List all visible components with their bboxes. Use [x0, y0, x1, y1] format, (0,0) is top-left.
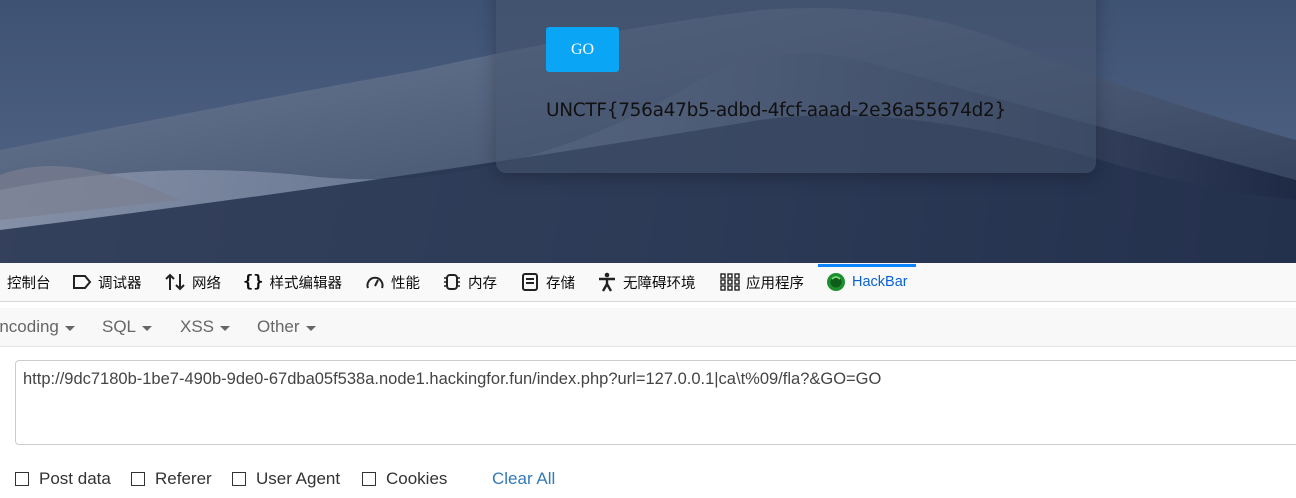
- clear-all-link[interactable]: Clear All: [492, 468, 555, 490]
- option-label: User Agent: [256, 469, 341, 488]
- hackbar-menubar: Encoding SQL XSS Other: [0, 308, 1296, 347]
- tab-label: HackBar: [852, 274, 908, 290]
- tab-network[interactable]: 网络: [164, 263, 221, 301]
- checkbox-box[interactable]: [362, 472, 376, 486]
- checkbox-box[interactable]: [131, 472, 145, 486]
- flag-output: UNCTF{756a47b5-adbd-4fcf-aaad-2e36a55674…: [546, 100, 1006, 121]
- checkbox-box[interactable]: [232, 472, 246, 486]
- caret-down-icon: [305, 325, 316, 331]
- tab-label: 网络: [192, 275, 221, 292]
- caret-down-icon: [220, 325, 231, 331]
- devtools-tabbar: 控制台 调试器 网络 {} 样式编辑器 性能 内存 存储 无障碍环境 应用程序 …: [0, 263, 1296, 302]
- option-label: Cookies: [386, 469, 448, 488]
- menu-label: Other: [257, 317, 300, 336]
- checkbox-box[interactable]: [15, 472, 29, 486]
- tab-label: 内存: [468, 275, 497, 292]
- debugger-icon: [72, 274, 92, 290]
- tab-storage[interactable]: 存储: [520, 263, 575, 301]
- tab-label: 无障碍环境: [623, 275, 696, 292]
- menu-sql[interactable]: SQL: [102, 308, 153, 346]
- storage-icon: [520, 273, 540, 291]
- tab-application[interactable]: 应用程序: [720, 263, 804, 301]
- tab-memory[interactable]: 内存: [442, 263, 497, 301]
- menu-encoding[interactable]: Encoding: [0, 308, 75, 346]
- option-label: Post data: [39, 469, 111, 488]
- tab-label: 调试器: [98, 275, 142, 292]
- caret-down-icon: [64, 325, 75, 331]
- accessibility-icon: [597, 272, 617, 292]
- tab-label: 控制台: [7, 275, 51, 292]
- grid-apps-icon: [720, 273, 740, 291]
- referer-checkbox[interactable]: Referer: [131, 468, 212, 490]
- devtools-panel: 控制台 调试器 网络 {} 样式编辑器 性能 内存 存储 无障碍环境 应用程序 …: [0, 263, 1296, 498]
- tab-performance[interactable]: 性能: [365, 263, 420, 301]
- tab-hackbar[interactable]: HackBar: [818, 263, 916, 301]
- url-value: http://9dc7180b-1be7-490b-9de0-67dba05f5…: [23, 370, 882, 388]
- user-agent-checkbox[interactable]: User Agent: [232, 468, 340, 490]
- menu-label: XSS: [180, 317, 215, 336]
- caret-down-icon: [142, 325, 153, 331]
- braces-icon: {}: [243, 272, 264, 292]
- memory-chip-icon: [442, 273, 462, 291]
- menu-label: SQL: [102, 317, 137, 336]
- tab-console[interactable]: 控制台: [7, 263, 51, 301]
- tab-accessibility[interactable]: 无障碍环境: [597, 263, 696, 301]
- tab-style-editor[interactable]: {} 样式编辑器: [243, 263, 342, 301]
- tab-label: 存储: [546, 275, 575, 292]
- post-data-checkbox[interactable]: Post data: [15, 468, 111, 490]
- page-background: GO UNCTF{756a47b5-adbd-4fcf-aaad-2e36a55…: [0, 0, 1296, 263]
- tab-label: 性能: [391, 275, 420, 292]
- form-card: GO UNCTF{756a47b5-adbd-4fcf-aaad-2e36a55…: [496, 0, 1096, 173]
- hackbar-logo-icon: [826, 272, 846, 292]
- tab-label: 应用程序: [746, 275, 804, 292]
- active-tab-indicator: [818, 264, 916, 267]
- tab-debugger[interactable]: 调试器: [72, 263, 142, 301]
- menu-label: Encoding: [0, 317, 59, 336]
- option-label: Referer: [155, 469, 212, 488]
- url-input[interactable]: http://9dc7180b-1be7-490b-9de0-67dba05f5…: [15, 360, 1296, 445]
- menu-other[interactable]: Other: [257, 308, 316, 346]
- cookies-checkbox[interactable]: Cookies: [362, 468, 447, 490]
- menu-xss[interactable]: XSS: [180, 308, 231, 346]
- network-arrows-icon: [164, 273, 186, 291]
- tab-label: 样式编辑器: [269, 275, 342, 292]
- go-button[interactable]: GO: [546, 27, 619, 72]
- gauge-icon: [365, 274, 385, 290]
